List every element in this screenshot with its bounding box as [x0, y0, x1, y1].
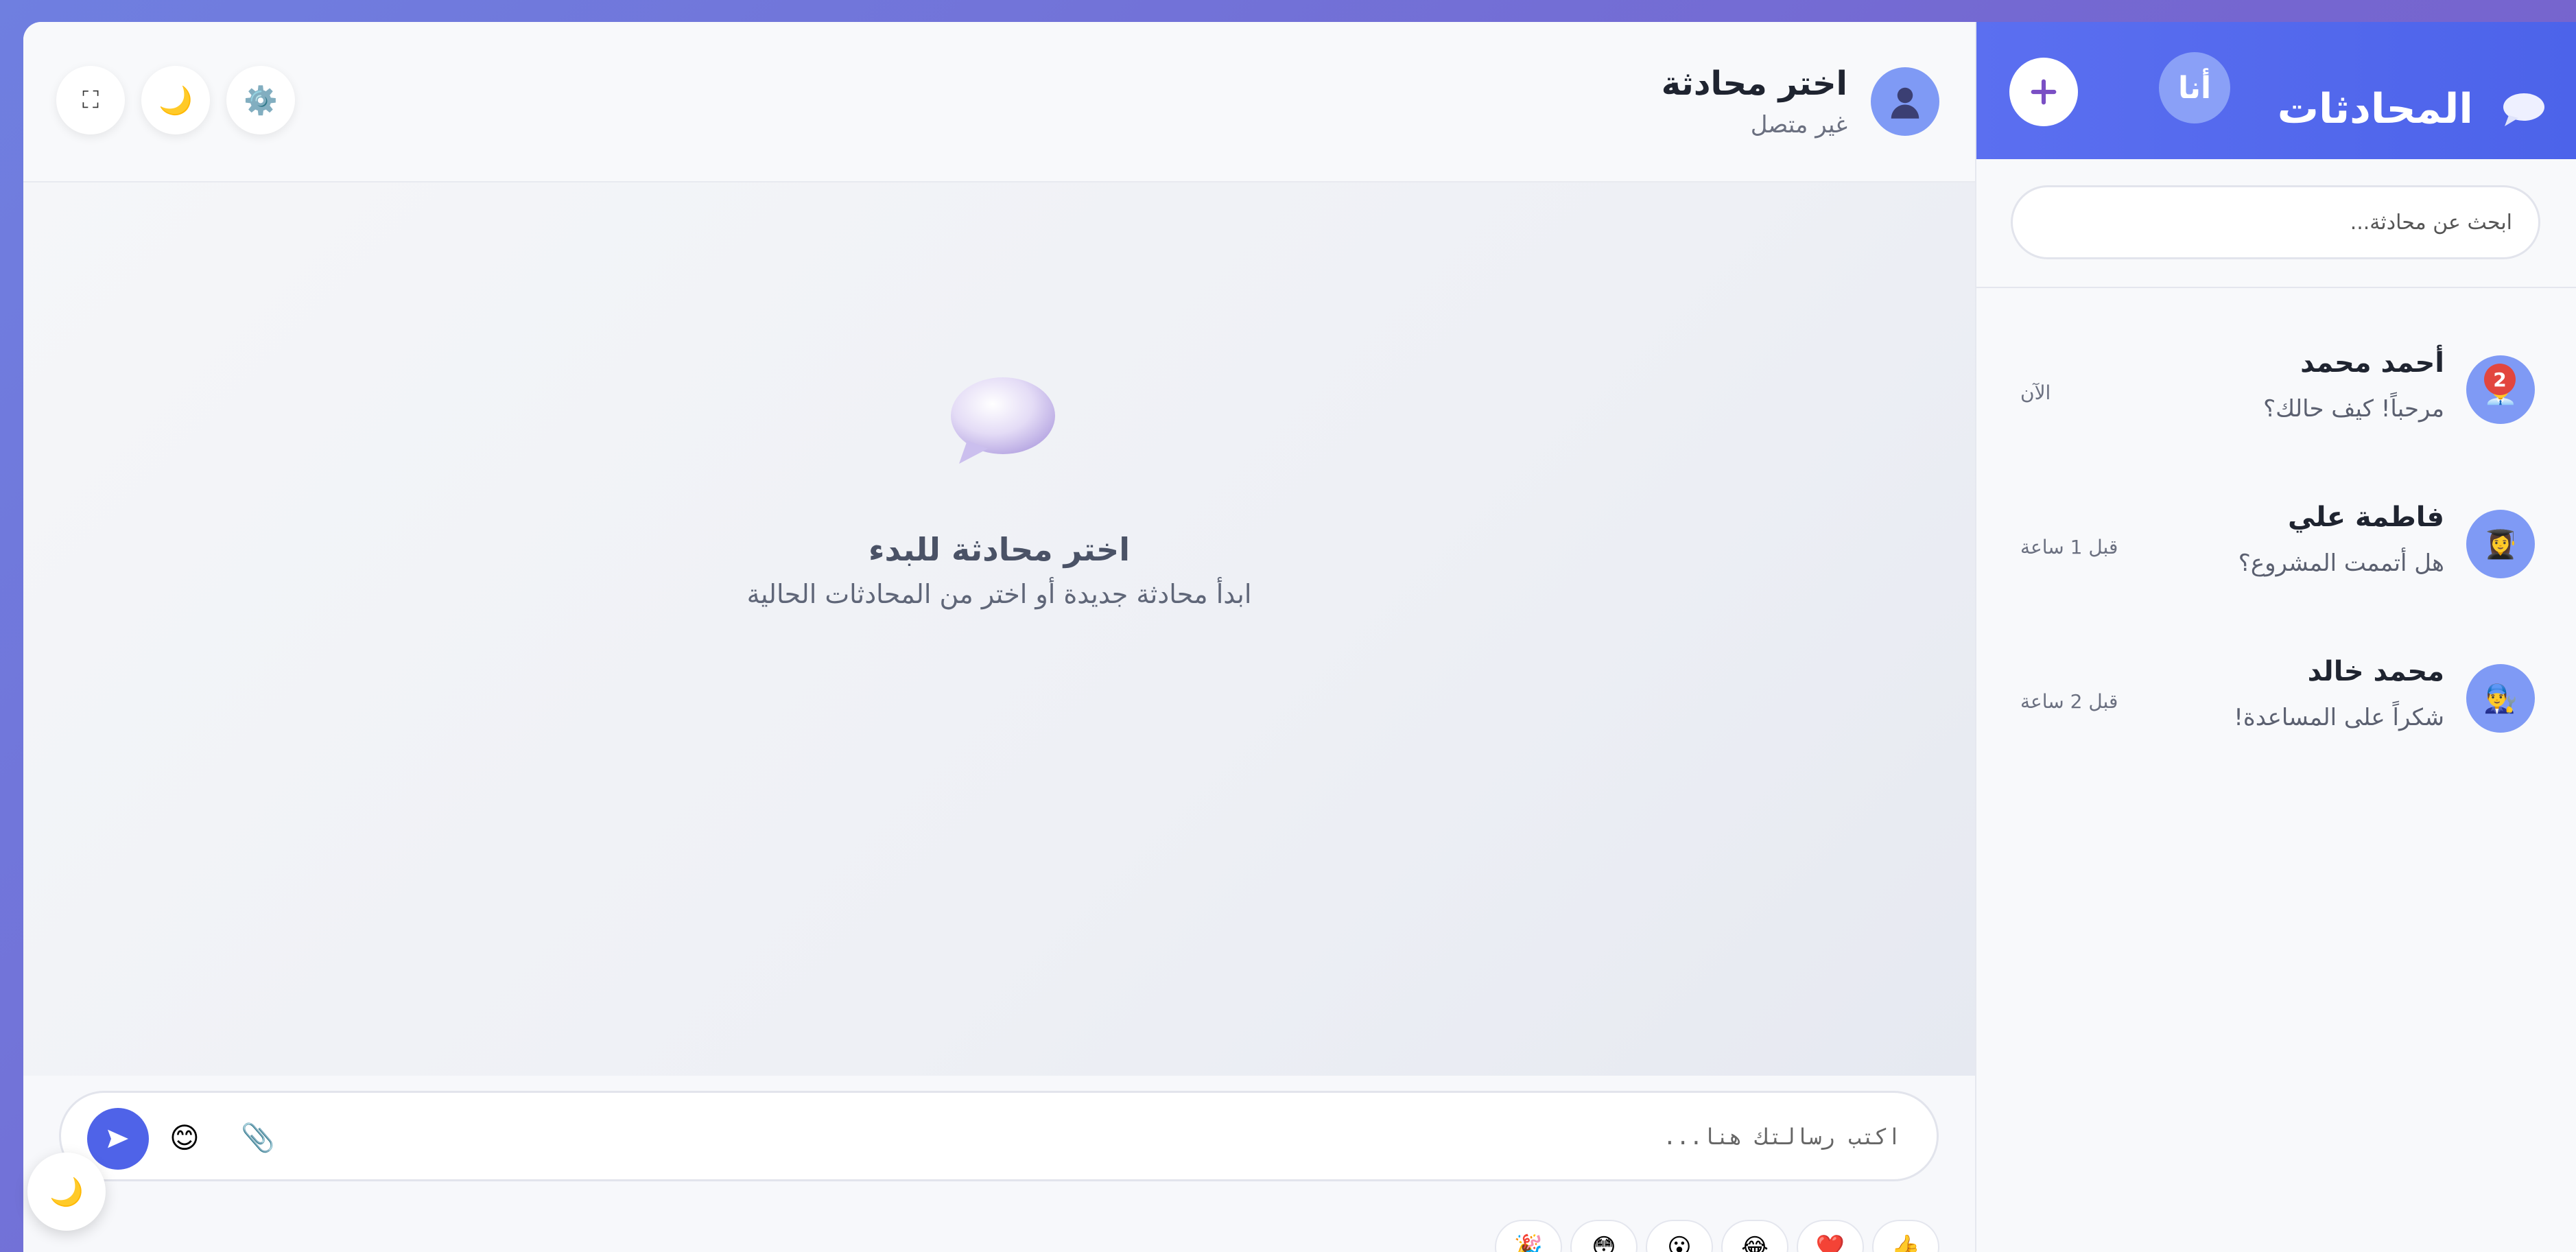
reaction-heart[interactable]: ❤️: [1797, 1220, 1864, 1252]
chat-bubble-icon: [2498, 91, 2546, 130]
chat-list-item[interactable]: 👩‍🎓 فاطمة علي هل أتممت المشروع؟ قبل 1 سا…: [1976, 482, 2576, 619]
moon-icon: 🌙: [158, 84, 193, 117]
speech-bubble-icon: [943, 375, 1059, 473]
reaction-flushed[interactable]: 😳: [1570, 1220, 1638, 1252]
chat-name: فاطمة علي: [2287, 501, 2444, 533]
conversations-sidebar: أنا المحادثات 👨‍💼 2 أحمد محمد مرحباً! كي…: [1976, 22, 2576, 1252]
user-silhouette-icon: [1891, 87, 1919, 119]
send-button[interactable]: [87, 1108, 149, 1170]
avatar: 👩‍🎓: [2466, 510, 2535, 578]
message-input[interactable]: [390, 1093, 1902, 1181]
reaction-party[interactable]: 🎉: [1495, 1220, 1562, 1252]
settings-button[interactable]: ⚙️: [226, 66, 295, 134]
attach-button[interactable]: 📎: [241, 1116, 275, 1160]
chat-title: اختر محادثة: [1661, 64, 1847, 103]
chat-preview: هل أتممت المشروع؟: [2238, 550, 2444, 577]
search-box: [2011, 185, 2540, 259]
chat-preview: مرحباً! كيف حالك؟: [2263, 395, 2444, 423]
empty-state-subtitle: ابدأ محادثة جديدة أو اختر من المحادثات ا…: [746, 579, 1252, 609]
new-chat-button[interactable]: [2009, 58, 2078, 126]
chat-header: ⛶ 🌙 ⚙️ اختر محادثة غير متصل: [23, 22, 1975, 182]
plus-icon: [2031, 79, 2057, 105]
chat-time: قبل 2 ساعة: [2020, 690, 2118, 713]
sidebar-header: أنا المحادثات: [1976, 22, 2576, 159]
floating-theme-toggle[interactable]: 🌙: [27, 1153, 106, 1231]
reaction-thumbs-up[interactable]: 👍: [1872, 1220, 1939, 1252]
send-icon: [108, 1129, 128, 1148]
reaction-surprised[interactable]: 😮: [1646, 1220, 1713, 1252]
search-input[interactable]: [2013, 187, 2538, 257]
chat-main: ⛶ 🌙 ⚙️ اختر محادثة غير متصل اختر محادثة …: [23, 22, 1976, 1252]
sidebar-divider: [1976, 287, 2576, 288]
quick-reactions: 👍 ❤️ 😂 😮 😳 🎉: [1495, 1220, 1939, 1252]
emoji-picker-button[interactable]: 😊: [169, 1116, 200, 1160]
chat-time: الآن: [2020, 381, 2051, 404]
profile-button[interactable]: أنا: [2159, 52, 2230, 123]
chat-app: ⛶ 🌙 ⚙️ اختر محادثة غير متصل اختر محادثة …: [23, 22, 2576, 1252]
chat-name: محمد خالد: [2307, 656, 2444, 687]
chat-header-avatar: [1871, 67, 1939, 136]
chat-list-item[interactable]: 👨‍💼 2 أحمد محمد مرحباً! كيف حالك؟ الآن: [1976, 328, 2576, 465]
fullscreen-button[interactable]: ⛶: [56, 66, 125, 134]
moon-icon: 🌙: [49, 1176, 84, 1208]
gear-icon: ⚙️: [244, 84, 278, 117]
chat-time: قبل 1 ساعة: [2020, 536, 2118, 558]
messages-area: اختر محادثة للبدء ابدأ محادثة جديدة أو ا…: [23, 182, 1975, 1076]
chat-name: أحمد محمد: [2300, 347, 2444, 379]
theme-toggle-button[interactable]: 🌙: [141, 66, 210, 134]
chat-status: غير متصل: [1750, 111, 1847, 139]
sidebar-title: المحادثات: [2277, 85, 2473, 133]
fullscreen-icon: ⛶: [82, 86, 99, 114]
empty-state-title: اختر محادثة للبدء: [868, 531, 1130, 568]
message-composer: 😊 📎: [59, 1091, 1939, 1181]
chat-preview: شكراً على المساعدة!: [2234, 704, 2444, 731]
avatar: 👨‍🔧: [2466, 664, 2535, 733]
reaction-laugh[interactable]: 😂: [1721, 1220, 1788, 1252]
unread-badge: 2: [2484, 364, 2516, 395]
chat-list-item[interactable]: 👨‍🔧 محمد خالد شكراً على المساعدة! قبل 2 …: [1976, 637, 2576, 774]
